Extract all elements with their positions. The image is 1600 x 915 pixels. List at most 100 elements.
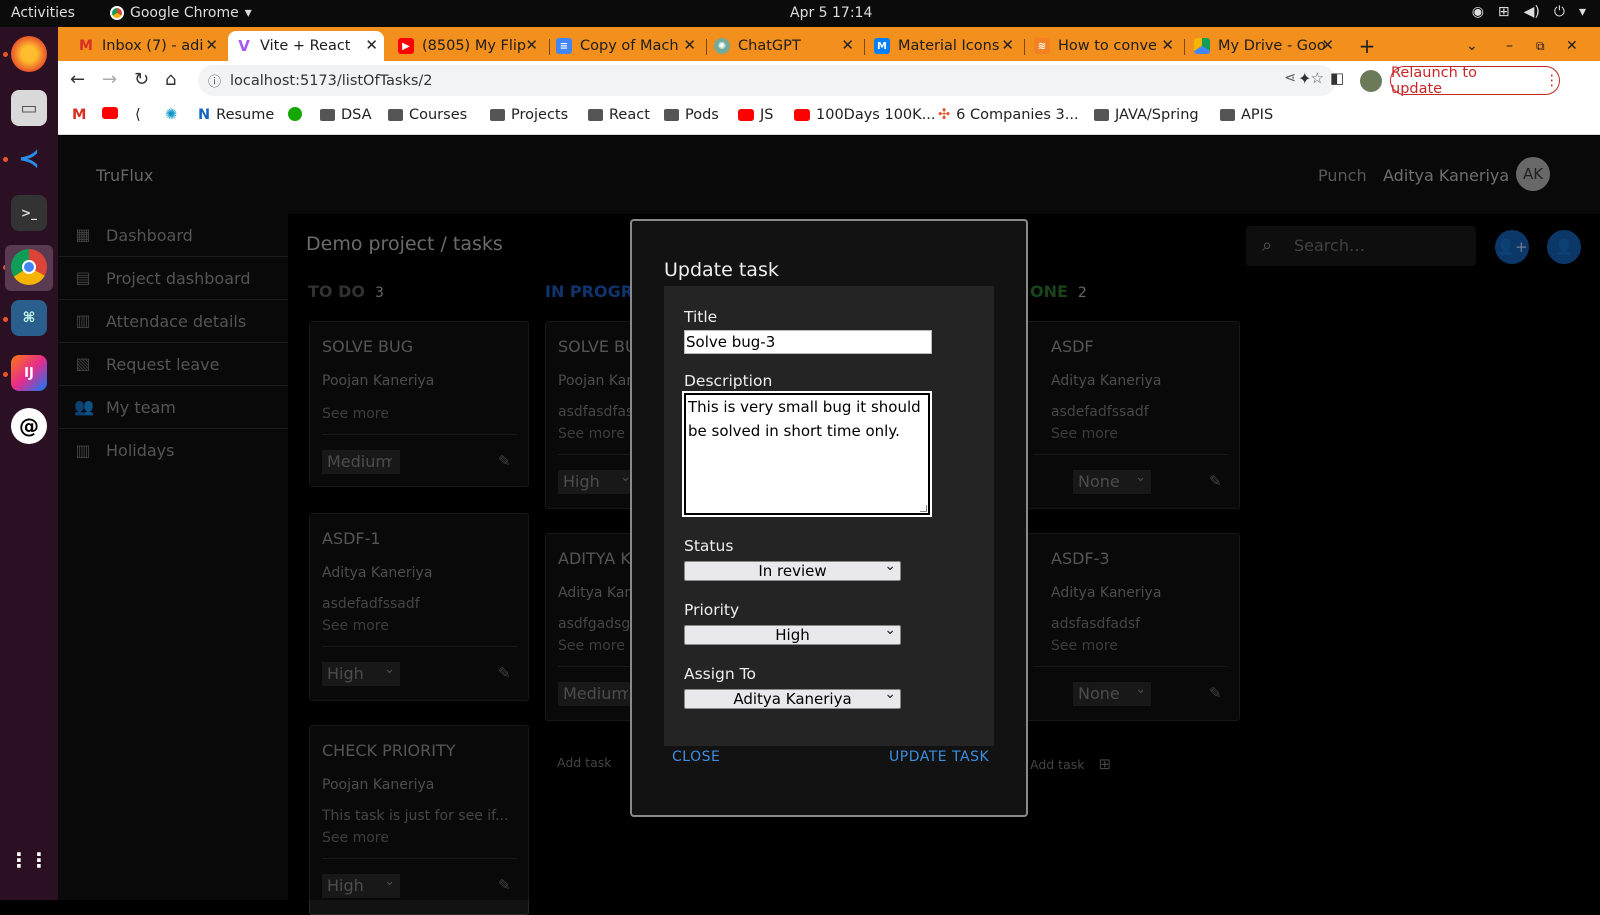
extensions-icon[interactable]: ✦ xyxy=(1298,69,1311,88)
chevron-down-icon: ▾ xyxy=(244,5,252,21)
update-task-button[interactable]: UPDATE TASK xyxy=(889,749,989,765)
running-indicator xyxy=(3,157,8,162)
chatgpt-icon: ✺ xyxy=(714,38,730,54)
bookmark-js[interactable]: JS xyxy=(738,107,773,123)
gmail-bookmark-icon[interactable]: M xyxy=(72,107,86,123)
bookmark-pods[interactable]: Pods xyxy=(664,107,719,123)
site-info-icon[interactable]: ⓘ xyxy=(208,71,221,90)
clock[interactable]: Apr 5 17:14 xyxy=(790,5,872,21)
close-button[interactable]: CLOSE xyxy=(672,749,720,765)
relaunch-button[interactable]: Relaunch to update ⋮ xyxy=(1390,64,1560,97)
tab-gmail[interactable]: M Inbox (7) - adi ✕ xyxy=(72,31,224,61)
home-icon[interactable]: ⌂ xyxy=(165,69,176,90)
window-close-icon[interactable]: ✕ xyxy=(1566,31,1586,61)
status-select[interactable]: In review xyxy=(684,557,901,581)
assign-to-select[interactable]: Aditya Kaneriya xyxy=(684,685,901,709)
bookmark-6-companies[interactable]: ✣ 6 Companies 3... xyxy=(938,107,1079,123)
chrome-tray-icon[interactable]: ◉ xyxy=(1472,4,1484,20)
app-menu[interactable]: Google Chrome ▾ xyxy=(110,5,252,21)
assign-to-label: Assign To xyxy=(684,665,756,683)
files-icon[interactable]: ▭ xyxy=(11,90,47,126)
relaunch-label: Relaunch to update xyxy=(1391,64,1477,97)
side-panel-icon[interactable]: ◧ xyxy=(1330,69,1344,87)
bookmark-100days[interactable]: 100Days 100K... xyxy=(794,107,935,123)
vscode-icon[interactable]: ≺ xyxy=(11,141,47,177)
mysql-workbench-icon[interactable]: ⌘ xyxy=(11,300,47,336)
network-icon[interactable]: ⊞ xyxy=(1498,4,1510,20)
close-icon[interactable]: ✕ xyxy=(525,36,538,54)
dialog-title: Update task xyxy=(664,259,779,281)
tab-label: Inbox (7) - adi xyxy=(102,38,204,54)
chevron-down-icon[interactable]: ▾ xyxy=(1579,4,1586,20)
activities-button[interactable]: Activities xyxy=(11,5,75,21)
chrome-dock-icon[interactable] xyxy=(11,249,47,285)
profile-avatar[interactable] xyxy=(1360,70,1382,92)
folder-icon xyxy=(1220,109,1235,121)
tab-label: How to conve xyxy=(1058,38,1157,54)
tab-stackoverflow[interactable]: ≋ How to conve ✕ xyxy=(1028,31,1180,61)
more-vert-icon: ⋮ xyxy=(1544,72,1560,89)
chatgpt-bookmark-icon[interactable]: ✺ xyxy=(165,107,177,123)
tab-material-icons[interactable]: M Material Icons ✕ xyxy=(868,31,1020,61)
leetcode-bookmark-icon[interactable]: ⟨ xyxy=(135,107,141,123)
intellij-icon[interactable]: IJ xyxy=(11,355,47,391)
power-icon[interactable]: ⏻ xyxy=(1554,4,1565,20)
close-icon[interactable]: ✕ xyxy=(365,36,378,54)
tab-youtube[interactable]: ▶ (8505) My Flip ✕ xyxy=(392,31,544,61)
address-bar[interactable]: ⓘ localhost:5173/listOfTasks/2 ⋖ ☆ xyxy=(198,65,1336,96)
stackoverflow-icon: ≋ xyxy=(1034,38,1050,54)
bookmark-react[interactable]: React xyxy=(588,107,650,123)
restore-icon[interactable]: ⧉ xyxy=(1536,31,1556,61)
bookmark-apis[interactable]: APIS xyxy=(1220,107,1273,123)
reload-icon[interactable]: ↻ xyxy=(134,69,149,90)
description-label: Description xyxy=(684,372,773,390)
vite-icon: V xyxy=(238,37,250,55)
close-icon[interactable]: ✕ xyxy=(1001,36,1014,54)
description-textarea[interactable]: This is very small bug it should be solv… xyxy=(682,391,932,517)
browser-toolbar: ← → ↻ ⌂ ⓘ localhost:5173/listOfTasks/2 ⋖… xyxy=(58,61,1600,100)
forward-icon[interactable]: → xyxy=(102,69,117,90)
bookmark-java-spring[interactable]: JAVA/Spring xyxy=(1094,107,1199,123)
tab-label: Material Icons xyxy=(898,38,1000,54)
minimize-icon[interactable]: – xyxy=(1506,31,1526,61)
tab-divider xyxy=(706,39,707,55)
youtube-icon xyxy=(738,109,754,121)
folder-icon xyxy=(388,109,403,121)
volume-icon[interactable]: ◀) xyxy=(1524,4,1540,20)
bookmark-projects[interactable]: Projects xyxy=(490,107,568,123)
close-icon[interactable]: ✕ xyxy=(841,36,854,54)
running-indicator xyxy=(3,52,8,57)
tab-search-icon[interactable]: ⌄ xyxy=(1466,31,1486,61)
close-icon[interactable]: ✕ xyxy=(1321,36,1334,54)
new-tab-button[interactable]: + xyxy=(1352,31,1382,61)
postman-icon[interactable]: @ xyxy=(11,408,47,444)
share-icon[interactable]: ⋖ xyxy=(1284,70,1296,86)
bookmark-resume[interactable]: N Resume xyxy=(198,107,274,123)
bookmark-star-icon[interactable]: ☆ xyxy=(1311,69,1324,87)
close-icon[interactable]: ✕ xyxy=(683,36,696,54)
folder-icon xyxy=(490,109,505,121)
back-icon[interactable]: ← xyxy=(70,69,85,90)
tab-docs[interactable]: ≡ Copy of Mach ✕ xyxy=(550,31,702,61)
tab-vite-react[interactable]: V Vite + React ✕ xyxy=(228,31,384,61)
upwork-bookmark-icon[interactable] xyxy=(288,107,302,121)
tab-drive[interactable]: My Drive - Goo ✕ xyxy=(1188,31,1340,61)
close-icon[interactable]: ✕ xyxy=(205,36,218,54)
firefox-icon[interactable] xyxy=(11,36,47,72)
bookmark-courses[interactable]: Courses xyxy=(388,107,467,123)
status-label: Status xyxy=(684,537,734,555)
tab-chatgpt[interactable]: ✺ ChatGPT ✕ xyxy=(708,31,860,61)
youtube-bookmark-icon[interactable] xyxy=(102,107,118,119)
title-input[interactable]: Solve bug-3 xyxy=(684,330,932,354)
bookmark-dsa[interactable]: DSA xyxy=(320,107,372,123)
url-text: localhost:5173/listOfTasks/2 xyxy=(230,72,433,89)
close-icon[interactable]: ✕ xyxy=(1161,36,1174,54)
system-top-bar: Activities Google Chrome ▾ Apr 5 17:14 ◉… xyxy=(0,0,1600,27)
gmail-icon: M xyxy=(79,38,93,54)
update-task-dialog: Update task Title Solve bug-3 Descriptio… xyxy=(630,219,1028,817)
priority-select[interactable]: High xyxy=(684,621,901,645)
tab-label: (8505) My Flip xyxy=(422,38,527,54)
system-tray[interactable]: ◉ ⊞ ◀) ⏻ ▾ xyxy=(1472,4,1586,20)
terminal-icon[interactable]: >_ xyxy=(11,195,47,231)
show-apps-icon[interactable]: ⋮⋮ xyxy=(9,842,49,878)
